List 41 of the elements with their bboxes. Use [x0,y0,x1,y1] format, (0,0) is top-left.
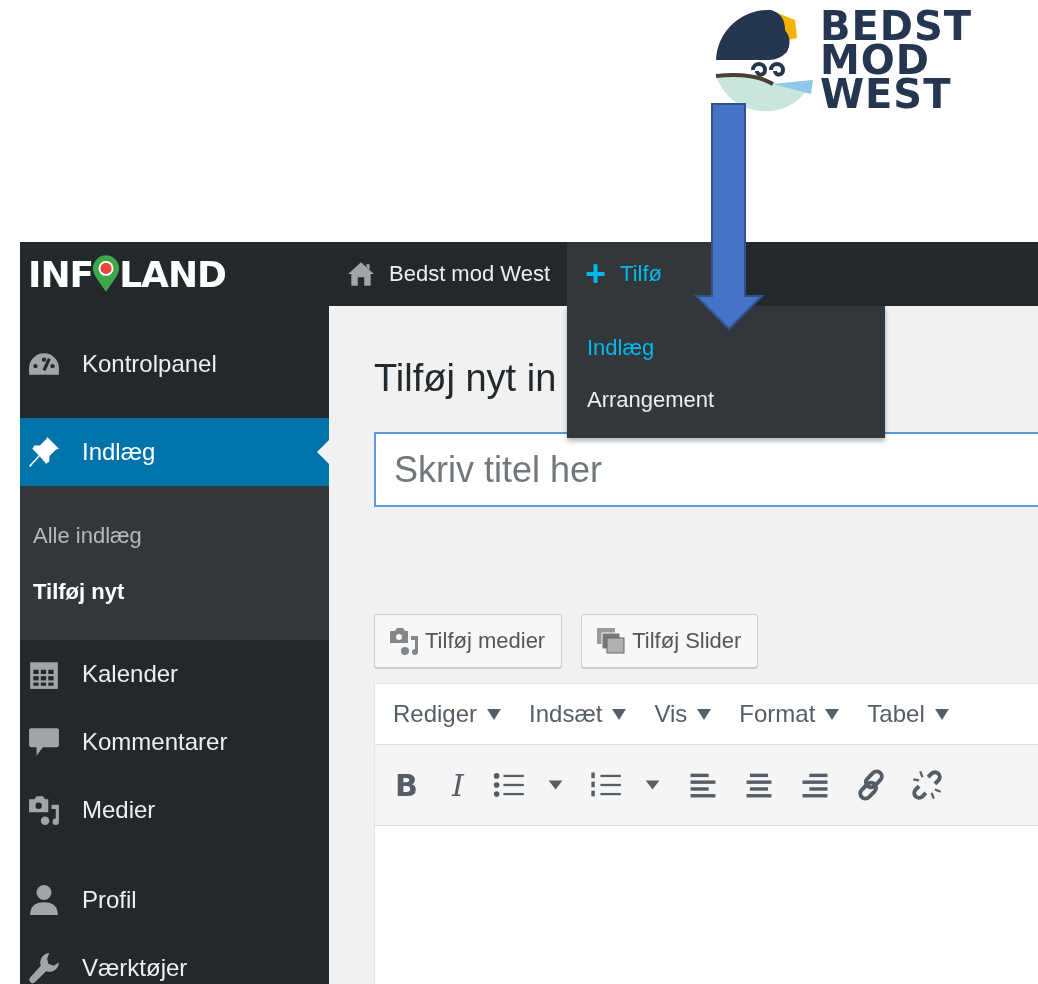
dropdown-item[interactable]: Arrangement [567,374,885,426]
sidebar-item[interactable]: Medier [20,776,329,844]
editor-menu[interactable]: Vis [644,696,722,732]
unlink-icon[interactable] [909,768,944,802]
media-button[interactable]: Tilføj Slider [581,614,759,668]
site-name-link[interactable]: Bedst mod West [389,261,550,287]
logo-wordmark: BEDST MOD WEST [819,9,972,111]
camera-music-icon [389,626,419,656]
brand-logo[interactable]: INF LAND [20,253,329,295]
caret-icon [934,708,949,720]
current-page-pointer-icon [317,440,329,464]
sidebar-item[interactable]: Kalender [20,640,329,708]
editor-menu[interactable]: Tabel [857,696,959,732]
new-content-menu[interactable]: + Tilfø [567,242,712,306]
submenu-item[interactable]: Alle indlæg [20,508,329,564]
pushpin-icon [28,436,60,468]
editor-menu[interactable]: Format [729,696,850,732]
speech-bubble-icon [28,726,60,758]
dropdown-item[interactable]: Indlæg [567,322,885,374]
sidebar-item[interactable]: Indlæg [20,418,329,486]
italic-button[interactable]: I [445,767,470,803]
caret-icon [612,708,627,720]
media-button[interactable]: Tilføj medier [374,614,563,668]
caret-icon [825,708,840,720]
user-icon [28,884,60,916]
editor-menu[interactable]: Indsæt [519,696,637,732]
home-icon[interactable] [347,261,375,287]
sidebar-item[interactable]: Profil [20,866,329,934]
sidebar-item[interactable]: Værktøjer [20,934,329,984]
page-title: Tilføj nyt in [374,356,557,401]
bold-button[interactable]: B [389,767,424,803]
submenu-item[interactable]: Tilføj nyt [20,564,329,620]
title-input-field[interactable]: Skriv titel her [374,432,1038,507]
editor-menu[interactable]: Rediger [383,696,512,732]
camera-music-icon [28,794,60,826]
caret-icon [487,708,502,720]
sidebar-item[interactable]: Kommentarer [20,708,329,776]
sidebar-item[interactable]: Kontrolpanel [20,330,329,398]
wrench-icon [28,952,60,984]
caret-icon [697,708,712,720]
stacked-images-icon [596,626,627,656]
